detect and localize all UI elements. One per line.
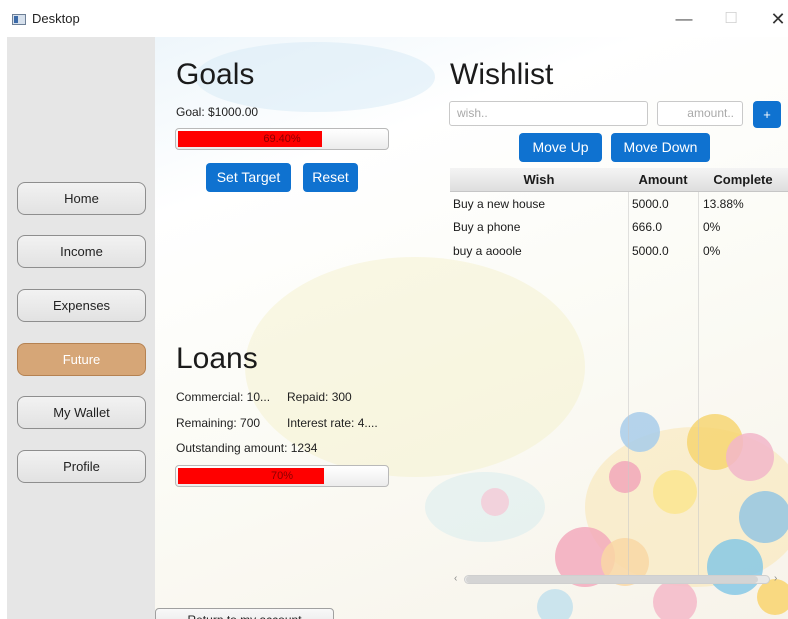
complete-cell: 0%: [703, 244, 721, 258]
table-row[interactable]: buy a aooole 5000.0 0%: [450, 239, 788, 263]
add-wish-button[interactable]: +: [753, 101, 781, 128]
scroll-right-arrow-icon[interactable]: ›: [774, 572, 777, 586]
wishlist-table[interactable]: Wish Amount Complete Buy a new house 500…: [450, 168, 788, 578]
column-header-amount[interactable]: Amount: [628, 168, 698, 192]
loan-interest-text: Interest rate: 4....: [287, 416, 378, 430]
sidebar: Home Income Expenses Future My Wallet Pr…: [7, 37, 155, 619]
nav-profile-button[interactable]: Profile: [17, 450, 146, 483]
loan-progress-text: 70%: [270, 470, 294, 482]
nav-home-button[interactable]: Home: [17, 182, 146, 215]
move-down-button[interactable]: Move Down: [611, 133, 710, 162]
column-header-complete[interactable]: Complete: [698, 168, 788, 192]
nav-future-button[interactable]: Future: [17, 343, 146, 376]
loan-outstanding-text: Outstanding amount: 1234: [176, 441, 318, 455]
goal-progress-text: 69.40%: [263, 133, 301, 145]
wishlist-heading: Wishlist: [450, 58, 554, 91]
wish-cell: Buy a phone: [453, 220, 521, 234]
complete-cell: 13.88%: [703, 197, 744, 211]
loans-heading: Loans: [176, 342, 258, 375]
wish-input[interactable]: wish..: [449, 101, 648, 126]
minimize-button[interactable]: —: [664, 4, 704, 34]
return-to-account-button[interactable]: Return to my account: [155, 608, 334, 619]
table-row[interactable]: Buy a phone 666.0 0%: [450, 215, 788, 239]
set-target-button[interactable]: Set Target: [206, 163, 291, 192]
scrollbar-thumb[interactable]: [466, 576, 758, 583]
wish-cell: Buy a new house: [453, 197, 546, 211]
loan-repaid-text: Repaid: 300: [287, 390, 352, 404]
amount-input[interactable]: amount..: [657, 101, 743, 126]
column-header-wish[interactable]: Wish: [450, 168, 628, 192]
maximize-button[interactable]: ☐: [711, 4, 751, 34]
nav-income-button[interactable]: Income: [17, 235, 146, 268]
loan-commercial-text: Commercial: 10...: [176, 390, 271, 404]
amount-cell: 666.0: [632, 220, 663, 234]
goal-amount-text: Goal: $1000.00: [176, 105, 259, 119]
wish-cell: buy a aooole: [453, 244, 522, 258]
move-up-button[interactable]: Move Up: [519, 133, 602, 162]
loan-remaining-text: Remaining: 700: [176, 416, 261, 430]
scroll-left-arrow-icon[interactable]: ‹: [454, 572, 457, 586]
wishlist-horizontal-scrollbar[interactable]: ‹ ›: [454, 572, 780, 586]
amount-cell: 5000.0: [632, 244, 669, 258]
goal-progress-bar: 69.40%: [175, 128, 389, 150]
wishlist-table-header: Wish Amount Complete: [450, 168, 788, 192]
goals-heading: Goals: [176, 58, 255, 91]
complete-cell: 0%: [703, 220, 721, 234]
table-row[interactable]: Buy a new house 5000.0 13.88%: [450, 192, 788, 216]
loan-progress-bar: 70%: [175, 465, 389, 487]
close-button[interactable]: ✕: [758, 4, 788, 34]
title-bar: Desktop — ☐ ✕: [0, 0, 788, 37]
main-panel: Goals Goal: $1000.00 69.40% Set Target R…: [155, 37, 788, 619]
reset-button[interactable]: Reset: [303, 163, 358, 192]
window-title: Desktop: [32, 11, 80, 26]
amount-cell: 5000.0: [632, 197, 669, 211]
app-window-icon: [12, 14, 26, 25]
nav-expenses-button[interactable]: Expenses: [17, 289, 146, 322]
nav-my-wallet-button[interactable]: My Wallet: [17, 396, 146, 429]
